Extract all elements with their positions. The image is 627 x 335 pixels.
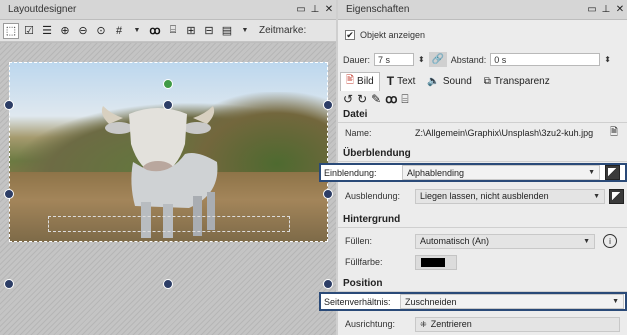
tab-text[interactable]: T Text — [382, 72, 421, 90]
objekt-anzeigen-checkbox[interactable]: ✔ — [345, 30, 355, 40]
camera-icon[interactable]: ⌸ — [165, 23, 181, 39]
fuellen-value: Automatisch (An) — [420, 236, 490, 246]
close-icon[interactable]: ✕ — [322, 4, 336, 15]
path-icon[interactable]: ꝏ — [385, 92, 397, 106]
align-dropdown-icon[interactable]: ▼ — [237, 23, 253, 39]
speaker-icon: 🔈 — [427, 75, 440, 87]
layout-toolbar: ⬚ ☑ ☰ ⊕ ⊖ ⊙ # ▼ ꝏ ⌸ ⊞ ⊟ ▤ ▼ Zeitmarke: — [0, 20, 336, 42]
seitenverhaeltnis-value: Zuschneiden — [405, 296, 457, 307]
ausblendung-value: Liegen lassen, nicht ausblenden — [420, 191, 549, 201]
pin-icon[interactable]: ⊥ — [599, 4, 613, 15]
tab-text-label: Text — [397, 75, 416, 87]
seitenverhaeltnis-label: Seitenverhältnis: — [324, 296, 391, 307]
layoutdesigner-title-bar: Layoutdesigner ▭ ⊥ ✕ — [0, 0, 336, 20]
ausrichtung-value: Zentrieren — [430, 319, 472, 329]
dauer-spinner-icon[interactable]: ⬍ — [418, 55, 425, 64]
ausrichtung-label: Ausrichtung: — [345, 319, 396, 329]
ausblendung-effect-button[interactable] — [609, 188, 624, 204]
tab-sound[interactable]: 🔈 Sound — [422, 72, 476, 90]
tab-bild[interactable]: 🖹 Bild — [340, 71, 380, 91]
chevron-down-icon: ▼ — [612, 298, 619, 305]
ausrichtung-dropdown[interactable]: ⁜ Zentrieren — [415, 316, 620, 332]
section-hintergrund: Hintergrund — [338, 211, 627, 228]
section-datei: Datei — [338, 106, 627, 123]
section-ueberblendung: Überblendung — [338, 145, 627, 162]
chevron-down-icon: ▼ — [583, 237, 590, 245]
align-center-icon: ⁜ — [420, 319, 427, 329]
chevron-down-icon: ▼ — [593, 192, 600, 200]
layoutdesigner-pane: Layoutdesigner ▭ ⊥ ✕ ⬚ ☑ ☰ ⊕ ⊖ ⊙ # ▼ ꝏ ⌸… — [0, 0, 336, 335]
camera-icon[interactable]: ⌸ — [401, 92, 408, 107]
eigenschaften-title: Eigenschaften — [346, 4, 410, 15]
einblendung-row[interactable]: Einblendung: Alphablending ▼ — [319, 163, 627, 182]
selection-frame — [9, 62, 328, 242]
dauer-label: Dauer: — [343, 54, 371, 65]
resize-handle-left[interactable] — [4, 189, 14, 199]
objekt-anzeigen-label: Objekt anzeigen — [360, 30, 426, 40]
ausblendung-label: Ausblendung: — [345, 191, 401, 201]
layers-icon[interactable]: ☰ — [39, 23, 55, 39]
einblendung-dropdown[interactable]: Alphablending ▼ — [402, 165, 600, 180]
grid-icon[interactable]: # — [111, 23, 127, 39]
resize-handle-top-right[interactable] — [323, 100, 333, 110]
image-icon: 🖹 — [346, 75, 355, 86]
path-icon[interactable]: ꝏ — [147, 23, 163, 39]
resize-handle-bottom-right[interactable] — [323, 279, 333, 289]
fuellen-label: Füllen: — [345, 236, 373, 246]
seitenverhaeltnis-row[interactable]: Seitenverhältnis: Zuschneiden ▼ — [319, 292, 627, 311]
pin-icon[interactable]: ⊥ — [308, 4, 322, 15]
dauer-input[interactable]: 7 s — [374, 53, 415, 66]
name-value: Z:\Allgemein\Graphix\Unsplash\3zu2-kuh.j… — [415, 128, 594, 138]
tab-transparenz[interactable]: ⧉ Transparenz — [479, 72, 555, 90]
eigenschaften-title-bar: Eigenschaften ▭ ⊥ ✕ — [338, 0, 627, 20]
layoutdesigner-title: Layoutdesigner — [8, 4, 77, 15]
name-label: Name: — [345, 128, 372, 138]
einblendung-label: Einblendung: — [324, 167, 377, 178]
resize-handle-top-left[interactable] — [4, 100, 14, 110]
edit-icon[interactable]: ✎ — [371, 92, 381, 106]
abstand-input[interactable]: 0 s — [490, 53, 601, 66]
resize-handle-bottom[interactable] — [163, 279, 173, 289]
fuellfarbe-label: Füllfarbe: — [345, 257, 383, 267]
close-icon[interactable]: ✕ — [613, 4, 627, 15]
transparency-icon: ⧉ — [483, 75, 491, 87]
abstand-spinner-icon[interactable]: ⬍ — [604, 55, 611, 64]
section-position: Position — [338, 275, 627, 292]
zeitmarke-label: Zeitmarke: — [259, 25, 307, 36]
seitenverhaeltnis-dropdown[interactable]: Zuschneiden ▼ — [400, 294, 624, 309]
tab-sound-label: Sound — [442, 75, 472, 87]
link-icon[interactable]: 🔗 — [428, 52, 447, 67]
abstand-label: Abstand: — [450, 54, 487, 65]
rotate-right-icon[interactable]: ↻ — [357, 92, 367, 106]
zoom-out-icon[interactable]: ⊖ — [75, 23, 91, 39]
text-placeholder-box[interactable] — [48, 216, 290, 232]
add-icon[interactable]: ⊞ — [183, 23, 199, 39]
zoom-in-icon[interactable]: ⊕ — [57, 23, 73, 39]
einblendung-value: Alphablending — [407, 167, 465, 178]
resize-handle-right[interactable] — [323, 189, 333, 199]
fuellen-dropdown[interactable]: Automatisch (An) ▼ — [415, 233, 595, 249]
remove-icon[interactable]: ⊟ — [201, 23, 217, 39]
rotate-left-icon[interactable]: ↺ — [343, 92, 353, 106]
ausblendung-dropdown[interactable]: Liegen lassen, nicht ausblenden ▼ — [415, 188, 605, 204]
tab-transparenz-label: Transparenz — [493, 75, 550, 87]
align-icon[interactable]: ▤ — [219, 23, 235, 39]
show-all-icon[interactable]: ☑ — [21, 23, 37, 39]
resize-handle-top[interactable] — [163, 100, 173, 110]
resize-handle-bottom-left[interactable] — [4, 279, 14, 289]
info-icon[interactable]: i — [603, 234, 617, 248]
chevron-down-icon: ▼ — [588, 169, 595, 176]
select-tool-icon[interactable]: ⬚ — [3, 22, 19, 39]
fuellfarbe-button[interactable] — [415, 254, 457, 270]
tab-bild-label: Bild — [357, 76, 374, 87]
fuellfarbe-swatch — [421, 257, 445, 267]
maximize-icon[interactable]: ▭ — [294, 4, 308, 15]
grid-dropdown-icon[interactable]: ▼ — [129, 23, 145, 39]
maximize-icon[interactable]: ▭ — [585, 4, 599, 15]
einblendung-effect-button[interactable] — [605, 165, 620, 180]
zoom-fit-icon[interactable]: ⊙ — [93, 23, 109, 39]
file-browse-icon[interactable]: 🗎 — [610, 125, 618, 142]
rotation-handle[interactable] — [163, 79, 173, 89]
text-icon: T — [386, 74, 395, 88]
